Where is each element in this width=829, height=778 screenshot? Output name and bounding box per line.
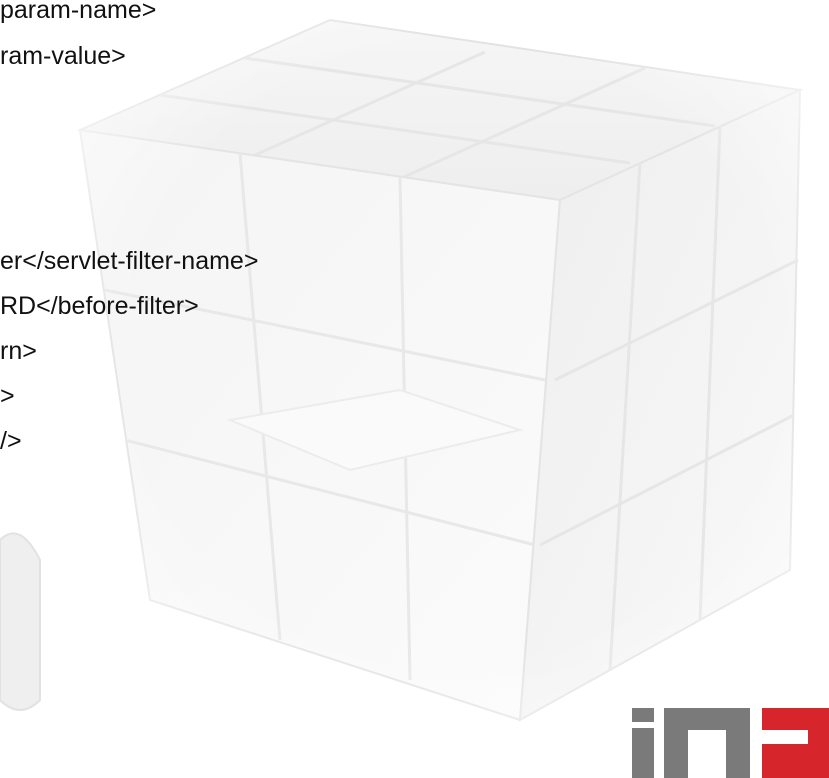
code-line: rn> <box>0 337 37 365</box>
code-line: RD</before-filter> <box>0 292 199 320</box>
code-block: param-name> ram-value> er</servlet-filte… <box>0 0 829 500</box>
code-line: > <box>0 382 15 410</box>
code-line: /> <box>0 427 22 455</box>
logo-i-stem <box>632 728 654 778</box>
code-line: ram-value> <box>0 42 126 70</box>
slide: param-name> ram-value> er</servlet-filte… <box>0 0 829 778</box>
logo-n <box>664 708 750 778</box>
logo-i-dot <box>632 708 654 722</box>
ina-logo <box>632 708 829 778</box>
code-line: param-name> <box>0 0 157 24</box>
logo-a <box>762 708 829 778</box>
code-line: er</servlet-filter-name> <box>0 247 259 275</box>
